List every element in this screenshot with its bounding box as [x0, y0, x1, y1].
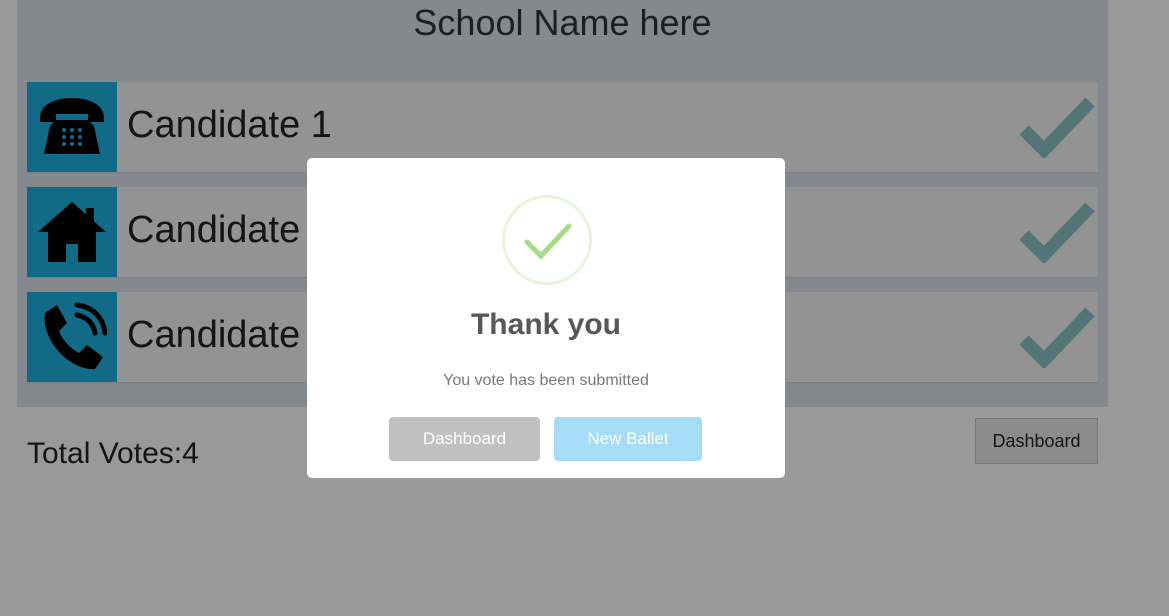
- dialog-dashboard-button[interactable]: Dashboard: [389, 417, 540, 461]
- dialog-message: You vote has been submitted: [443, 372, 649, 389]
- dialog-title: Thank you: [470, 308, 621, 341]
- success-check-icon: [502, 195, 592, 285]
- new-ballet-button[interactable]: New Ballet: [554, 417, 702, 461]
- success-dialog: Thank you You vote has been submitted Da…: [307, 158, 785, 478]
